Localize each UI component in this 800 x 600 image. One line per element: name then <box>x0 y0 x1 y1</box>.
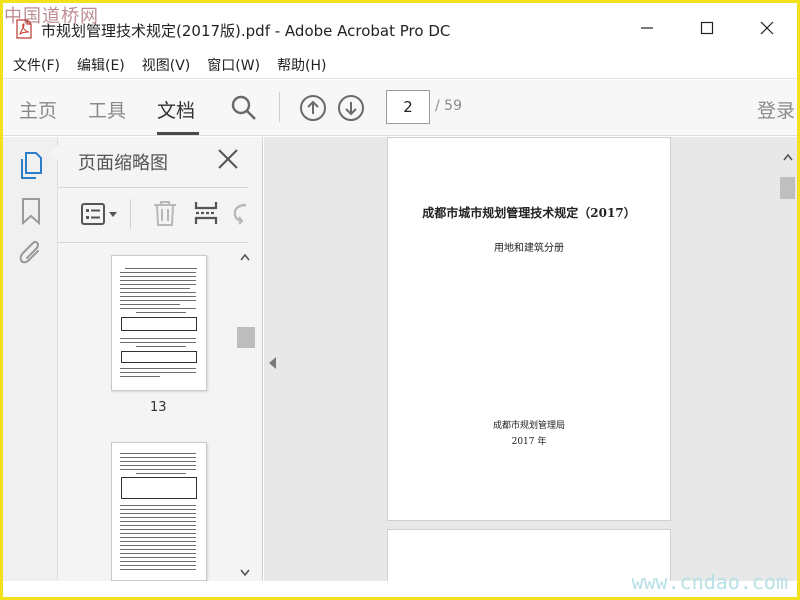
arrow-up-circle-icon[interactable] <box>299 94 327 122</box>
page-thumbnails-icon[interactable] <box>18 151 44 181</box>
arrow-down-circle-icon[interactable] <box>337 94 365 122</box>
menu-window[interactable]: 窗口(W) <box>207 55 260 75</box>
maximize-button[interactable] <box>677 13 737 43</box>
tab-tools[interactable]: 工具 <box>88 96 126 123</box>
menu-help[interactable]: 帮助(H) <box>277 55 326 75</box>
menu-edit[interactable]: 编辑(E) <box>77 55 125 75</box>
chevron-up-icon[interactable] <box>783 153 793 161</box>
thumbnail-page-number: 13 <box>150 400 167 415</box>
page-thumbnail[interactable] <box>111 442 207 581</box>
navigation-rail <box>3 137 58 581</box>
thumbnail-options-icon[interactable] <box>80 202 120 226</box>
close-window-button[interactable] <box>737 13 797 43</box>
close-panel-icon[interactable] <box>216 147 240 171</box>
tool-separator <box>130 199 131 229</box>
menu-file[interactable]: 文件(F) <box>13 55 60 75</box>
page-total: / 59 <box>435 98 462 114</box>
panel-divider <box>58 187 248 188</box>
close-icon <box>760 21 774 35</box>
minimize-icon <box>641 27 653 29</box>
rotate-page-icon[interactable] <box>230 199 248 227</box>
thumbnail-scrollbar[interactable] <box>236 249 255 581</box>
document-page: 成都市城市规划管理技术规定（2017） 用地和建筑分册 成都市规划管理局 201… <box>387 137 671 521</box>
panel-divider <box>58 242 248 243</box>
maximize-icon <box>700 21 714 35</box>
watermark-top: 中国道桥网 <box>4 6 99 27</box>
tab-document[interactable]: 文档 <box>157 96 195 123</box>
menu-view[interactable]: 视图(V) <box>142 55 191 75</box>
minimize-button[interactable] <box>617 13 677 43</box>
active-tab-indicator <box>157 132 199 135</box>
thumbnail-panel: 页面缩略图 13 <box>50 137 263 581</box>
main-toolbar: 主页 工具 文档 2 / 59 登录 <box>3 80 797 136</box>
menu-bar: 文件(F) 编辑(E) 视图(V) 窗口(W) 帮助(H) <box>3 51 797 79</box>
document-year: 2017 年 <box>511 437 547 447</box>
window-title: 市规划管理技术规定(2017版).pdf - Adobe Acrobat Pro… <box>41 21 451 40</box>
document-subtitle: 用地和建筑分册 <box>494 243 564 254</box>
watermark-bottom: www.cndao.com <box>631 570 788 594</box>
panel-title: 页面缩略图 <box>78 153 168 174</box>
title-bar: 市规划管理技术规定(2017版).pdf - Adobe Acrobat Pro… <box>3 3 797 51</box>
page-thumbnail[interactable] <box>111 255 207 391</box>
document-scrollbar[interactable] <box>779 145 797 581</box>
search-icon[interactable] <box>230 94 258 122</box>
attachment-icon[interactable] <box>17 239 45 267</box>
delete-page-icon[interactable] <box>151 199 179 227</box>
tab-home[interactable]: 主页 <box>19 96 57 123</box>
login-button[interactable]: 登录 <box>757 96 795 123</box>
bookmark-icon[interactable] <box>20 197 42 225</box>
collapse-panel-icon[interactable] <box>269 357 276 369</box>
thumbnail-scrollbar-thumb[interactable] <box>237 327 255 348</box>
toolbar-separator <box>279 92 280 122</box>
window-controls <box>617 13 797 43</box>
chevron-down-icon[interactable] <box>240 569 250 577</box>
document-scrollbar-thumb[interactable] <box>780 177 795 199</box>
document-page <box>387 529 671 581</box>
document-organization: 成都市规划管理局 <box>492 421 565 431</box>
insert-page-icon[interactable] <box>192 199 220 227</box>
panel-pointer <box>50 145 58 161</box>
page-number-input[interactable]: 2 <box>386 90 430 124</box>
document-title: 成都市城市规划管理技术规定（2017） <box>422 206 636 220</box>
document-view[interactable]: 成都市城市规划管理技术规定（2017） 用地和建筑分册 成都市规划管理局 201… <box>264 137 797 581</box>
chevron-up-icon[interactable] <box>240 253 250 261</box>
